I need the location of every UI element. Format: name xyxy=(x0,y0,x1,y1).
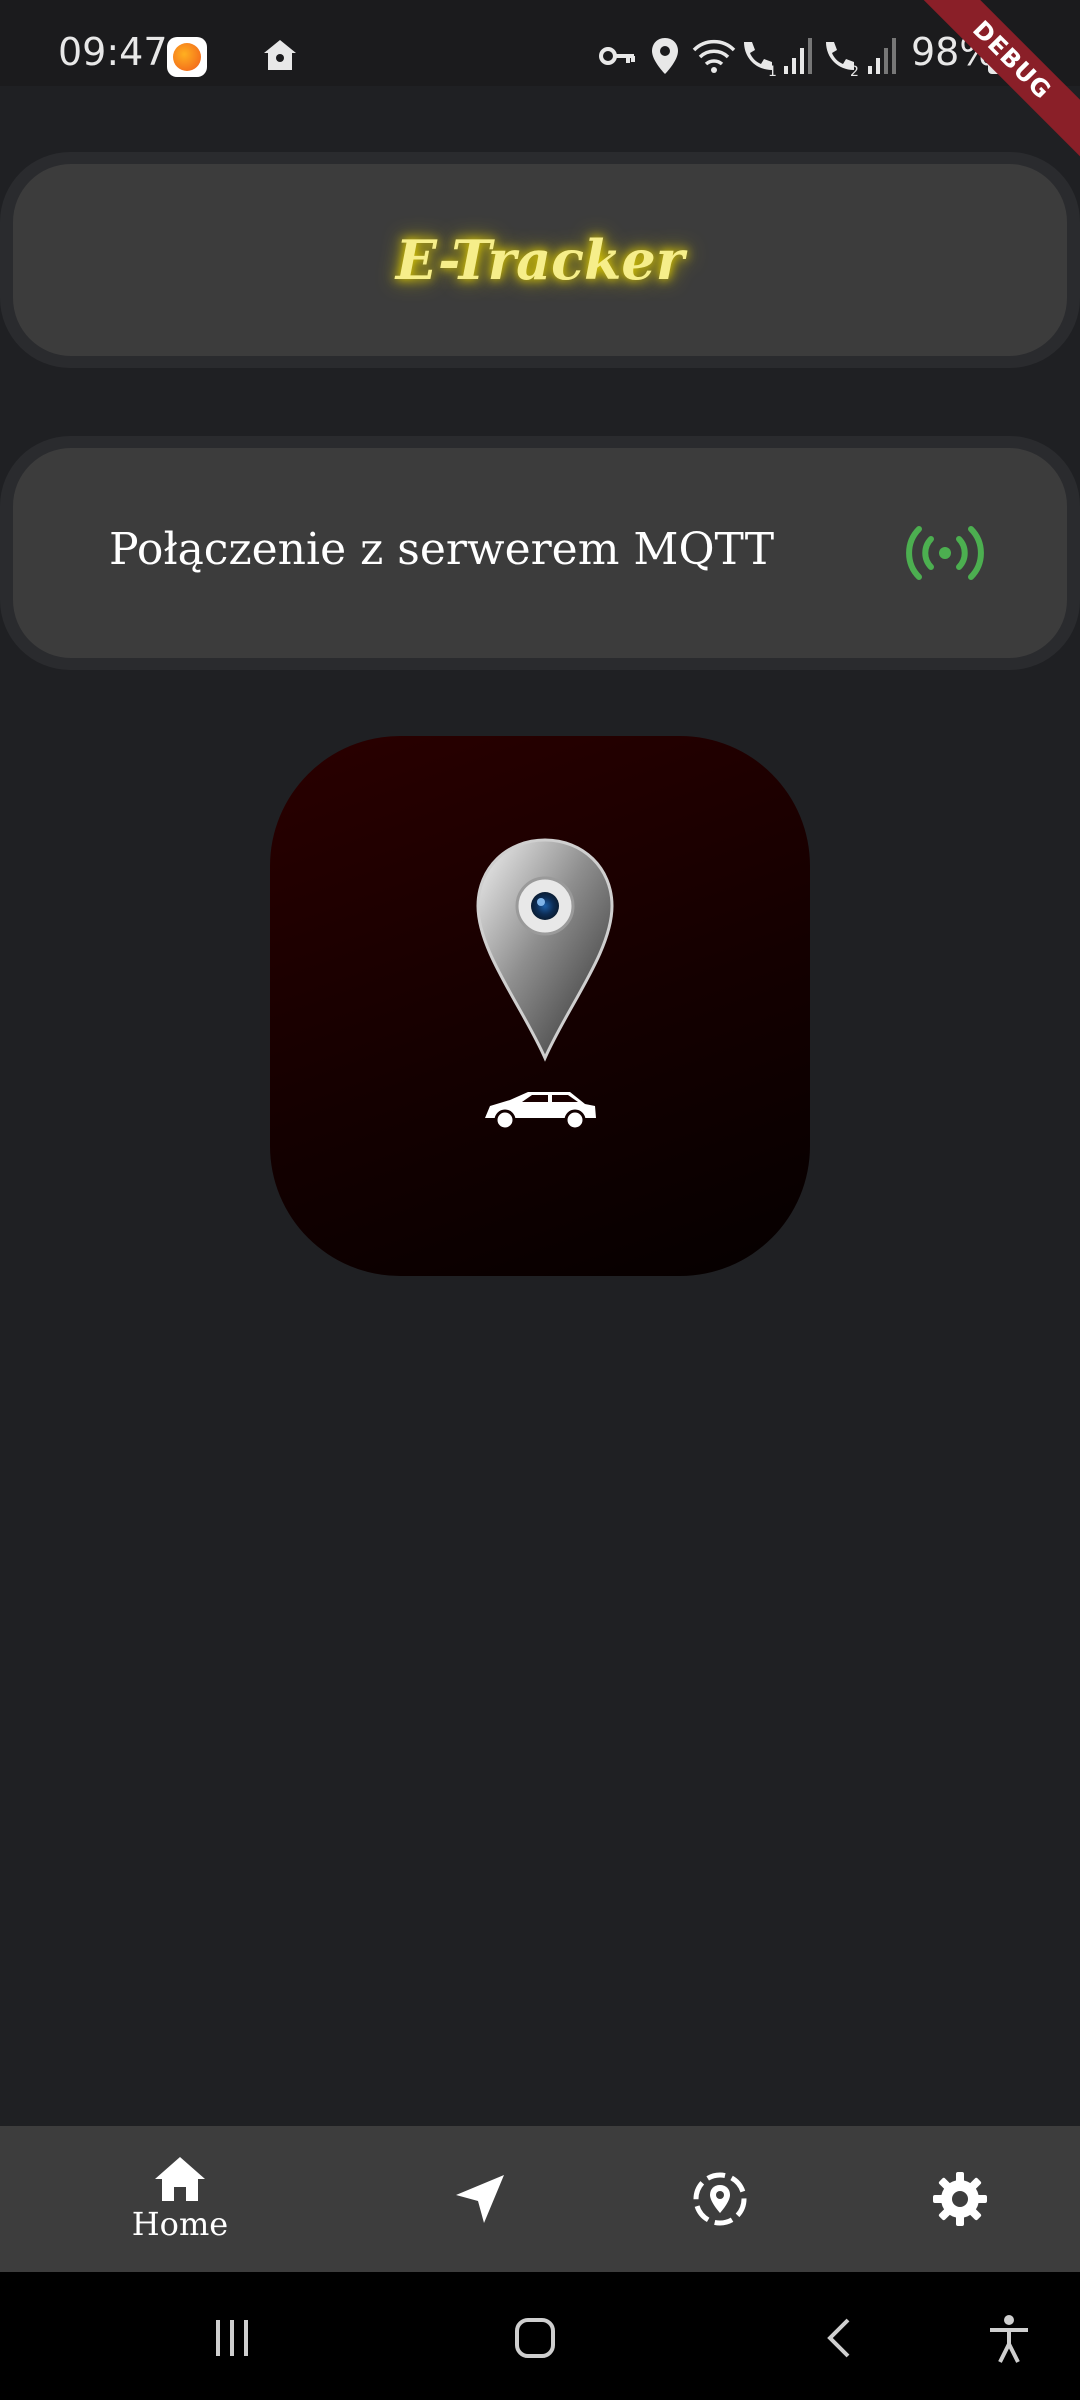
title-card: E-Tracker xyxy=(13,164,1067,356)
home-circle-icon[interactable] xyxy=(513,2316,557,2360)
broadcast-icon xyxy=(906,526,984,580)
signal-2-icon xyxy=(868,38,896,74)
back-icon[interactable] xyxy=(818,2316,862,2360)
app-notification-icon xyxy=(167,37,207,77)
svg-text:1: 1 xyxy=(768,64,777,76)
accessibility-icon[interactable] xyxy=(986,2314,1032,2364)
location-target-icon xyxy=(693,2172,747,2226)
app-title: E-Tracker xyxy=(395,228,685,292)
wifi-icon xyxy=(692,39,736,73)
nav-item-location-target[interactable] xyxy=(600,2126,840,2272)
debug-banner: DEBUG xyxy=(905,0,1080,167)
nav-item-navigation[interactable] xyxy=(360,2126,600,2272)
status-time: 09:47 xyxy=(58,30,168,74)
nav-item-home[interactable]: Home xyxy=(60,2126,300,2272)
home-icon xyxy=(155,2157,205,2201)
recent-apps-icon[interactable] xyxy=(210,2316,254,2360)
mqtt-connection-label: Połączenie z serwerem MQTT xyxy=(109,524,775,575)
navigation-arrow-icon xyxy=(456,2175,504,2223)
gear-icon xyxy=(933,2172,987,2226)
wifi-call-1-icon: 1 xyxy=(744,42,777,76)
status-bar: 09:47 1 2 98% DEBUG xyxy=(0,0,1080,167)
nav-item-home-label: Home xyxy=(131,2205,229,2243)
signal-1-icon xyxy=(784,38,812,74)
system-navigation-bar xyxy=(0,2272,1080,2400)
vpn-key-icon xyxy=(599,47,635,65)
home-icon xyxy=(264,40,296,70)
wifi-call-2-icon: 2 xyxy=(826,42,859,76)
location-icon xyxy=(652,38,678,74)
mqtt-connection-card[interactable]: Połączenie z serwerem MQTT xyxy=(13,448,1067,658)
bottom-navigation-bar: Home xyxy=(0,2126,1080,2272)
svg-text:2: 2 xyxy=(850,64,859,76)
car-icon xyxy=(485,1092,596,1131)
nav-item-settings[interactable] xyxy=(840,2126,1080,2272)
app-logo-tile xyxy=(270,736,810,1276)
